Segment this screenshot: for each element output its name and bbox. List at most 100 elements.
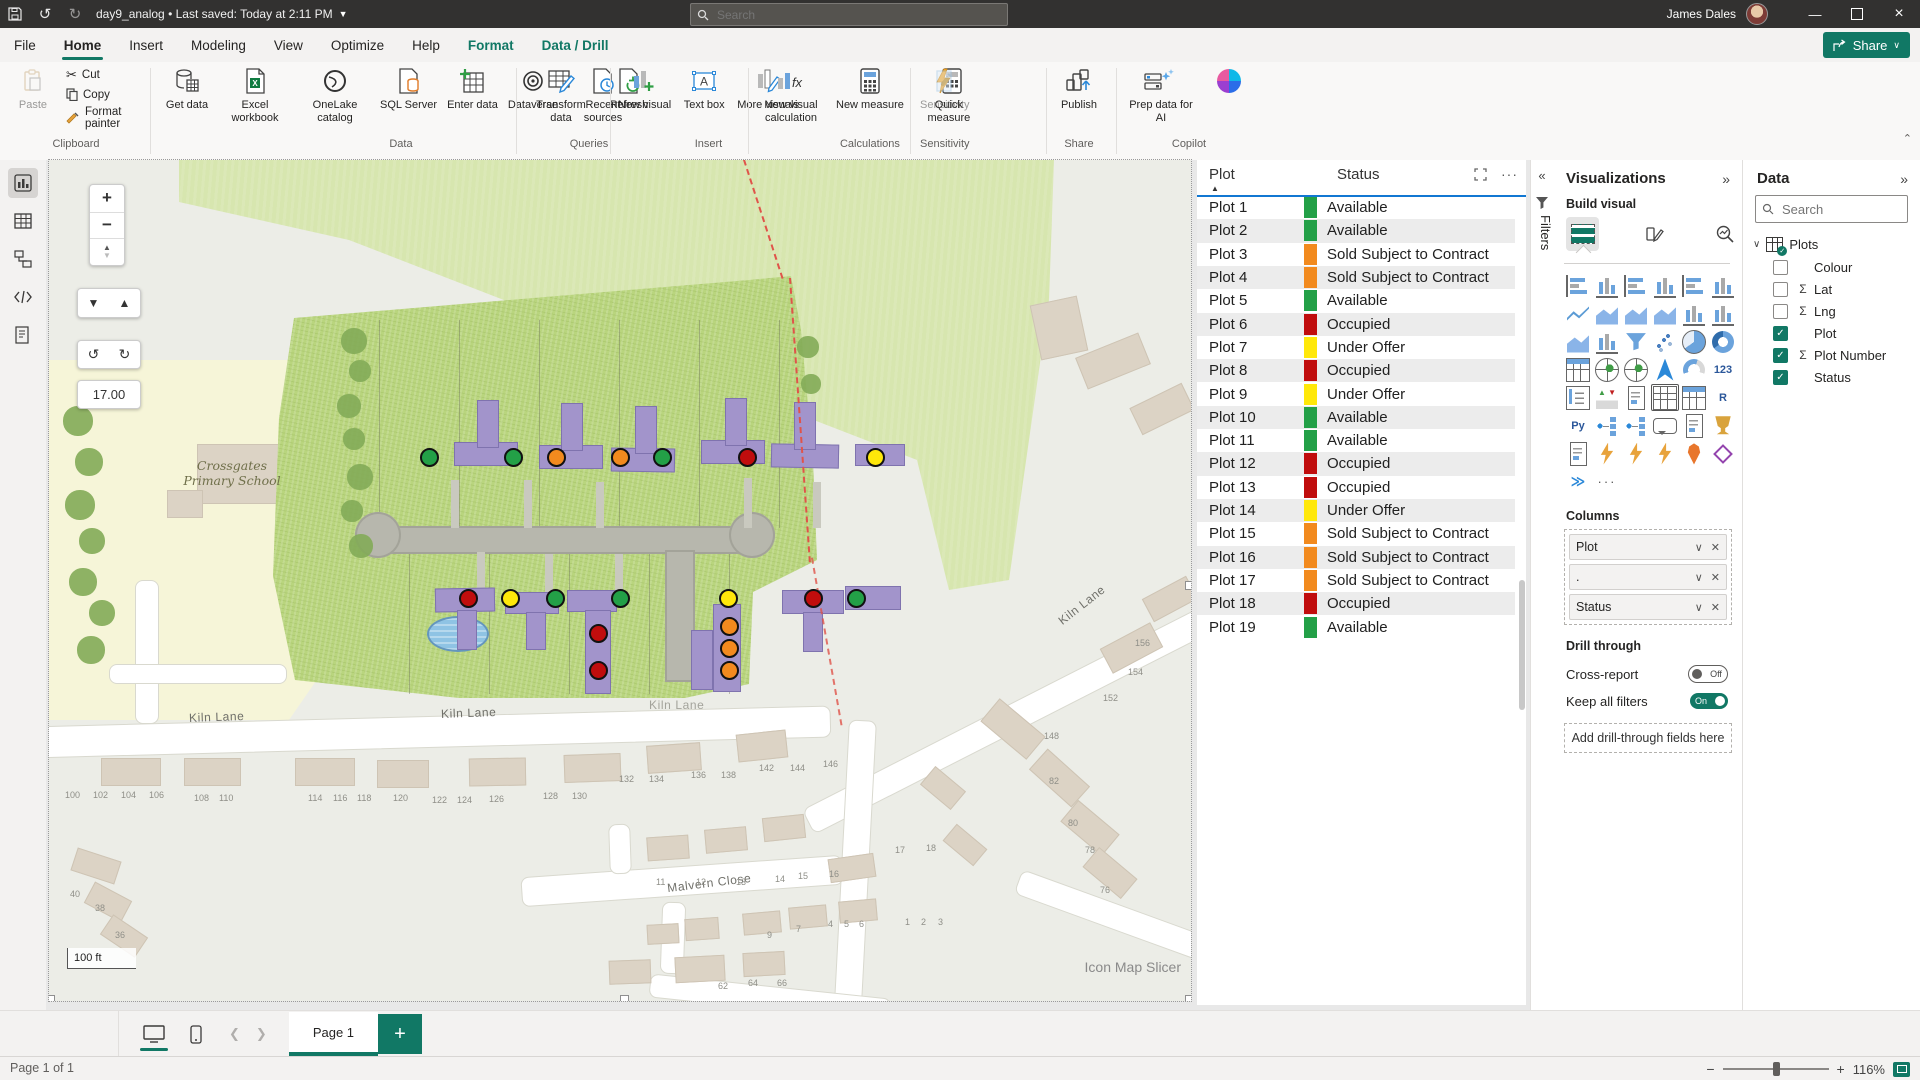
collapse-data-pane-icon[interactable]: »	[1900, 171, 1908, 187]
zoom-out-button[interactable]: −	[90, 213, 124, 240]
field-checkbox[interactable]: ✓	[1773, 348, 1788, 363]
visual-python-visual[interactable]: Py	[1564, 412, 1592, 439]
cut-button[interactable]: ✂Cut	[62, 66, 146, 84]
drill-through-drop-zone[interactable]: Add drill-through fields here	[1564, 723, 1732, 753]
table-row[interactable]: Plot 3Sold Subject to Contract	[1197, 243, 1515, 266]
enter-data-button[interactable]: Enter data	[443, 62, 502, 112]
menu-tab-insert[interactable]: Insert	[115, 28, 177, 62]
map-plot-marker[interactable]	[720, 639, 739, 658]
new-visual-button[interactable]: New visual	[614, 62, 675, 112]
visual-paginated-report[interactable]	[1564, 440, 1592, 467]
sort-ascending-icon[interactable]: ▲	[1211, 184, 1219, 193]
search-input[interactable]	[715, 7, 969, 23]
collapse-chevron-icon[interactable]: ∨	[1753, 239, 1760, 250]
table-row[interactable]: Plot 13Occupied	[1197, 476, 1515, 499]
table-scrollbar[interactable]	[1519, 580, 1525, 710]
visual-azure-map[interactable]	[1651, 356, 1679, 383]
field-well[interactable]: Plot∨✕	[1569, 534, 1727, 560]
map-plot-marker[interactable]	[866, 448, 885, 467]
filters-pane-collapsed[interactable]: « Filters	[1530, 160, 1554, 1010]
visual-power-automate-process[interactable]	[1651, 440, 1679, 467]
field-colour[interactable]: Colour	[1743, 256, 1920, 278]
visual-decomposition-tree[interactable]	[1622, 412, 1650, 439]
menu-tab-help[interactable]: Help	[398, 28, 454, 62]
user-name[interactable]: James Dales	[1667, 7, 1736, 21]
field-checkbox[interactable]: ✓	[1773, 370, 1788, 385]
excel-workbook-button[interactable]: XExcel workbook	[216, 62, 294, 124]
menu-tab-format[interactable]: Format	[454, 28, 528, 62]
get-data-button[interactable]: Get data	[160, 62, 214, 112]
visual-pie-chart[interactable]	[1680, 328, 1708, 355]
chevron-down-icon[interactable]: ∨	[1695, 601, 1703, 614]
visual-line-and-clustered-column-chart[interactable]	[1709, 300, 1737, 327]
icon-map-visual[interactable]: CrossgatesPrimary School Kiln LaneKiln L…	[49, 160, 1191, 1001]
table-row[interactable]: Plot 8Occupied	[1197, 359, 1515, 382]
mobile-layout-button[interactable]	[179, 1017, 213, 1051]
visual-area-chart[interactable]	[1593, 300, 1621, 327]
visual-get-more-visuals[interactable]: ···	[1593, 468, 1621, 495]
visual-multi-row-card[interactable]	[1564, 384, 1592, 411]
visual-filled-map[interactable]	[1622, 356, 1650, 383]
previous-page-arrow[interactable]: ❮	[229, 1026, 240, 1042]
cross-report-toggle[interactable]: Off	[1688, 665, 1728, 683]
share-button[interactable]: Share ∨	[1823, 32, 1910, 58]
visual-map[interactable]	[1593, 356, 1621, 383]
sql-server-button[interactable]: SQL Server	[376, 62, 441, 112]
field-checkbox[interactable]	[1773, 282, 1788, 297]
chevron-down-icon[interactable]: ∨	[1695, 571, 1703, 584]
map-plot-marker[interactable]	[546, 589, 565, 608]
dax-query-view-button[interactable]	[8, 282, 38, 312]
map-plot-marker[interactable]	[720, 617, 739, 636]
expand-filters-icon[interactable]: «	[1531, 168, 1553, 183]
visual-power-apps-visual[interactable]	[1593, 440, 1621, 467]
visual-drill-down-visual[interactable]	[1709, 440, 1737, 467]
map-plot-marker[interactable]	[738, 448, 757, 467]
table-row[interactable]: Plot 19Available	[1197, 615, 1515, 638]
menu-tab-modeling[interactable]: Modeling	[177, 28, 260, 62]
undo-icon[interactable]: ↺	[30, 0, 60, 28]
resize-handle[interactable]	[620, 995, 629, 1001]
map-plot-marker[interactable]	[804, 589, 823, 608]
visual-metrics[interactable]	[1709, 412, 1737, 439]
maximize-button[interactable]	[1836, 0, 1878, 28]
visual-100-stacked-column-chart[interactable]	[1709, 272, 1737, 299]
map-plot-marker[interactable]	[589, 624, 608, 643]
column-header-status[interactable]: Status	[1337, 166, 1380, 183]
visual-stacked-column-chart[interactable]	[1593, 272, 1621, 299]
zoom-slider-thumb[interactable]	[1773, 1062, 1780, 1076]
tmdl-view-button[interactable]	[8, 320, 38, 350]
visual-slicer[interactable]	[1622, 384, 1650, 411]
visual-matrix[interactable]	[1680, 384, 1708, 411]
table-row[interactable]: Plot 16Sold Subject to Contract	[1197, 546, 1515, 569]
zoom-level-box[interactable]: 17.00	[77, 380, 141, 409]
field-well[interactable]: Status∨✕	[1569, 594, 1727, 620]
visual-clustered-bar-chart[interactable]	[1622, 272, 1650, 299]
table-view-button[interactable]	[8, 206, 38, 236]
paste-button[interactable]: Paste	[6, 62, 60, 112]
map-plot-marker[interactable]	[720, 661, 739, 680]
new-visual-calculation-button[interactable]: fxNew visual calculation	[752, 62, 830, 124]
format-visual-tab[interactable]	[1637, 217, 1670, 251]
close-button[interactable]: ×	[1878, 0, 1920, 28]
copy-button[interactable]: Copy	[62, 87, 146, 102]
copilot-logo-button[interactable]	[1202, 62, 1256, 99]
map-plot-marker[interactable]	[501, 589, 520, 608]
remove-field-icon[interactable]: ✕	[1711, 541, 1720, 554]
visual-100-stacked-bar-chart[interactable]	[1680, 272, 1708, 299]
field-checkbox[interactable]	[1773, 304, 1788, 319]
field-plot-number[interactable]: ✓ΣPlot Number	[1743, 344, 1920, 366]
visual-table[interactable]	[1651, 384, 1679, 411]
model-view-button[interactable]	[8, 244, 38, 274]
menu-tab-file[interactable]: File	[0, 28, 50, 62]
plot-status-table-visual[interactable]: Plot ▲ Status ··· Plot 1AvailablePlot 2A…	[1197, 160, 1526, 1005]
visual-card[interactable]: 123	[1709, 356, 1737, 383]
remove-field-icon[interactable]: ✕	[1711, 601, 1720, 614]
column-header-plot[interactable]: Plot	[1209, 166, 1235, 183]
zoom-out-control[interactable]: −	[1706, 1061, 1714, 1077]
save-icon[interactable]	[0, 0, 30, 28]
visual-gauge[interactable]	[1680, 356, 1708, 383]
table-row[interactable]: Plot 2Available	[1197, 219, 1515, 242]
page-tab[interactable]: Page 1	[289, 1012, 378, 1056]
visual-r-script-visual[interactable]: R	[1709, 384, 1737, 411]
fit-to-page-icon[interactable]	[1893, 1062, 1910, 1077]
